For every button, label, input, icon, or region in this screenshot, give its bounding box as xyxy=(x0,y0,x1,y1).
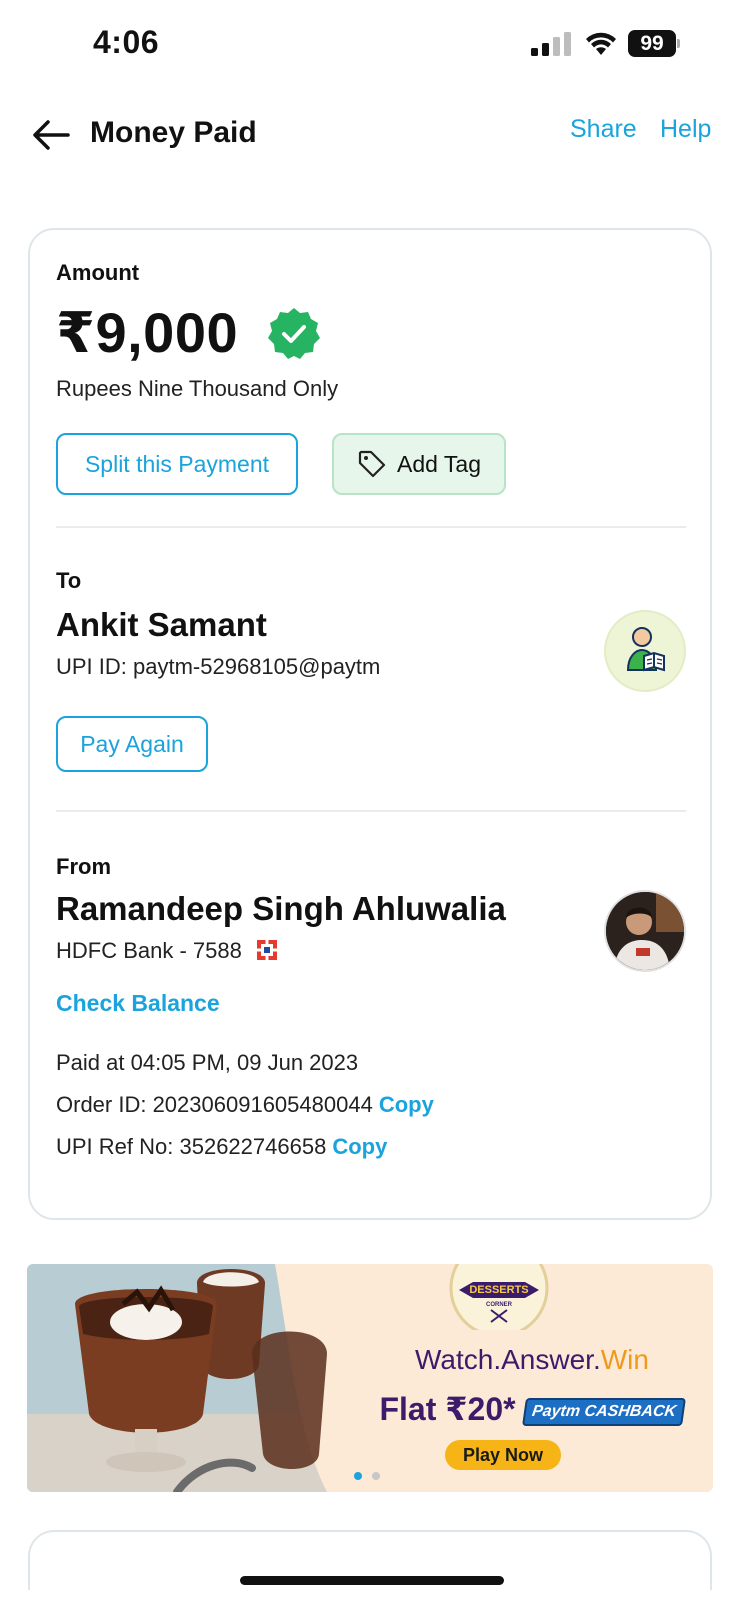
banner-title-win: Win xyxy=(600,1344,649,1375)
payee-upi-id: UPI ID: paytm-52968105@paytm xyxy=(56,654,381,679)
banner-title: Watch.Answer.Win xyxy=(367,1344,697,1376)
hdfc-bank-logo-icon xyxy=(255,939,278,961)
cashback-label: CASHBACK xyxy=(583,1403,678,1420)
app-header: Money Paid Share Help xyxy=(0,100,740,170)
amount-label: Amount xyxy=(56,260,140,285)
upi-ref-number: UPI Ref No: 352622746658 xyxy=(56,1134,327,1159)
copy-order-id-button[interactable]: Copy xyxy=(379,1092,434,1117)
wifi-icon xyxy=(586,32,616,55)
payer-label: From xyxy=(56,854,111,879)
help-button[interactable]: Help xyxy=(660,115,711,144)
order-id-row: Order ID: 202306091605480044 Copy xyxy=(56,1092,434,1118)
desserts-corner-logo: DESSERTS CORNER xyxy=(449,1264,549,1330)
battery-cap xyxy=(677,39,680,48)
add-tag-button[interactable]: Add Tag xyxy=(332,433,506,495)
promo-banner[interactable]: DESSERTS CORNER Watch.Answer.Win Flat ₹2… xyxy=(27,1264,713,1492)
verified-check-icon xyxy=(268,308,320,359)
check-balance-link[interactable]: Check Balance xyxy=(56,990,220,1017)
payee-label: To xyxy=(56,568,82,593)
payee-avatar xyxy=(604,610,686,692)
signal-icon xyxy=(531,32,571,56)
back-arrow-icon[interactable] xyxy=(32,118,70,152)
home-indicator[interactable] xyxy=(240,1576,504,1585)
cashback-brand: Paytm xyxy=(531,1403,582,1420)
copy-upi-ref-button[interactable]: Copy xyxy=(332,1134,387,1159)
payer-name: Ramandeep Singh Ahluwalia xyxy=(56,890,506,927)
paid-at-line: Paid at 04:05 PM, 09 Jun 2023 xyxy=(56,1050,359,1075)
banner-title-part1: Watch.Answer. xyxy=(415,1344,601,1375)
offer-amount: Flat ₹20* xyxy=(379,1391,516,1427)
upi-ref-row: UPI Ref No: 352622746658 Copy xyxy=(56,1134,387,1160)
battery-icon: 99 xyxy=(628,30,680,57)
order-id: Order ID: 202306091605480044 xyxy=(56,1092,373,1117)
payee-name: Ankit Samant xyxy=(56,606,267,643)
status-time: 4:06 xyxy=(93,24,160,60)
payer-bank: HDFC Bank - 7588 xyxy=(56,938,242,963)
paytm-cashback-badge: Paytm CASHBACK xyxy=(522,1398,687,1426)
svg-text:CORNER: CORNER xyxy=(486,1302,513,1308)
profile-photo-icon xyxy=(606,892,684,970)
reader-icon xyxy=(626,627,665,672)
transaction-card: Amount ₹9,000 Rupees Nine Thousand Only … xyxy=(28,228,712,1220)
svg-text:DESSERTS: DESSERTS xyxy=(469,1284,528,1296)
split-payment-button[interactable]: Split this Payment xyxy=(56,433,298,495)
payer-avatar xyxy=(604,890,686,972)
payer-bank-row: HDFC Bank - 7588 xyxy=(56,938,278,964)
amount-in-words: Rupees Nine Thousand Only xyxy=(56,376,339,401)
tag-icon xyxy=(358,450,386,478)
share-button[interactable]: Share xyxy=(570,115,637,144)
dessert-photo xyxy=(27,1264,357,1492)
carousel-dot-active[interactable] xyxy=(354,1472,362,1480)
pay-again-button[interactable]: Pay Again xyxy=(56,716,208,772)
carousel-dots xyxy=(354,1472,380,1480)
status-bar: 4:06 99 xyxy=(0,0,740,90)
battery-level: 99 xyxy=(628,30,676,57)
divider xyxy=(56,526,686,528)
add-tag-label: Add Tag xyxy=(397,450,481,477)
divider xyxy=(56,810,686,812)
banner-offer: Flat ₹20* Paytm CASHBACK xyxy=(367,1390,697,1428)
amount-value: ₹9,000 xyxy=(56,301,239,364)
carousel-dot[interactable] xyxy=(372,1472,380,1480)
page-title: Money Paid xyxy=(90,116,257,149)
play-now-button[interactable]: Play Now xyxy=(445,1440,561,1470)
